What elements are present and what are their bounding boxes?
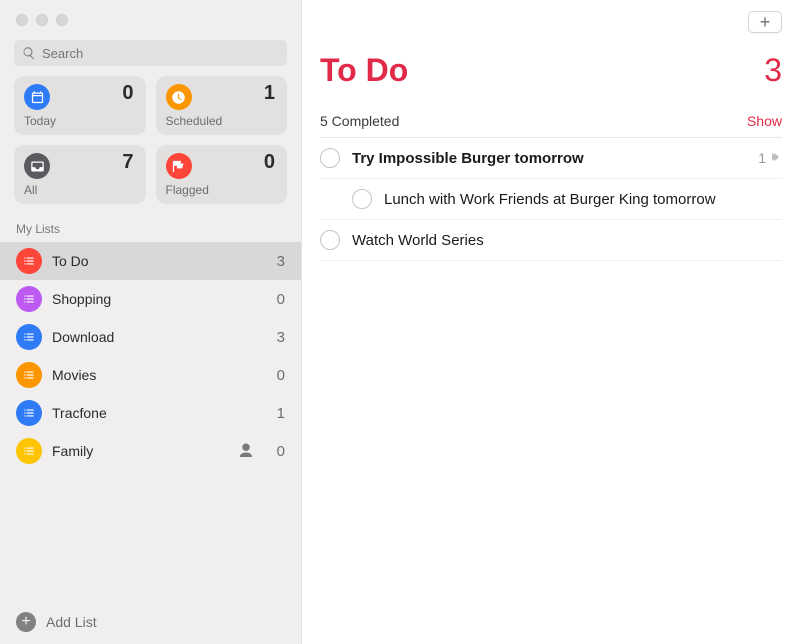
list-item-count: 0 [265,291,285,308]
toolbar: + [320,0,782,44]
smart-all-label: All [24,183,37,197]
completed-row: 5 Completed Show [320,113,782,138]
subtask-indicator[interactable]: 1 [758,150,782,167]
list-name: Tracfone [52,405,255,421]
list-bullet-icon [16,286,42,312]
zoom-window-icon[interactable] [56,14,68,26]
smart-flagged-count: 0 [264,151,275,174]
smart-scheduled-label: Scheduled [166,114,223,128]
list-item-count: 1 [265,405,285,422]
chevron-right-icon [768,150,782,167]
smart-all[interactable]: 7 All [14,145,146,204]
list-name: To Do [52,253,255,269]
list-item-count: 3 [265,329,285,346]
minimize-window-icon[interactable] [36,14,48,26]
sidebar-list-item[interactable]: Movies 0 [0,356,301,394]
add-list-button[interactable]: + Add List [0,600,301,644]
complete-toggle[interactable] [320,148,340,168]
smart-scheduled[interactable]: 1 Scheduled [156,76,288,135]
lists-container: To Do 3 Shopping 0 Download 3 Movies 0 Tracfone 1… [0,242,301,470]
smart-today-count: 0 [122,82,133,105]
list-title: To Do [320,52,408,89]
close-window-icon[interactable] [16,14,28,26]
complete-toggle[interactable] [352,189,372,209]
smart-scheduled-count: 1 [264,82,275,105]
list-name: Movies [52,367,255,383]
sidebar: 0 Today 1 Scheduled 7 All 0 Flagged My L… [0,0,302,644]
task-row[interactable]: Lunch with Work Friends at Burger King t… [320,179,782,220]
sidebar-list-item[interactable]: Family 0 [0,432,301,470]
list-name: Shopping [52,291,255,307]
list-bullet-icon [16,438,42,464]
tasks-container: Try Impossible Burger tomorrow 1 Lunch wit… [320,138,782,261]
list-bullet-icon [16,248,42,274]
clock-icon [166,84,192,110]
list-bullet-icon [16,324,42,350]
complete-toggle[interactable] [320,230,340,250]
smart-flagged[interactable]: 0 Flagged [156,145,288,204]
list-item-count: 0 [265,443,285,460]
sidebar-list-item[interactable]: Shopping 0 [0,280,301,318]
plus-icon: + [760,13,771,31]
smart-today-label: Today [24,114,56,128]
list-count: 3 [764,52,782,89]
sidebar-list-item[interactable]: To Do 3 [0,242,301,280]
task-row[interactable]: Watch World Series [320,220,782,261]
smart-all-count: 7 [122,151,133,174]
plus-circle-icon: + [16,612,36,632]
window-controls [0,0,301,40]
add-list-label: Add List [46,614,97,630]
sidebar-list-item[interactable]: Download 3 [0,318,301,356]
subtask-count: 1 [758,150,766,166]
task-row[interactable]: Try Impossible Burger tomorrow 1 [320,138,782,179]
my-lists-header: My Lists [0,218,301,242]
search-input[interactable] [14,40,287,66]
list-item-count: 3 [265,253,285,270]
main-panel: + To Do 3 5 Completed Show Try Impossibl… [302,0,800,644]
search-icon [22,46,36,60]
show-completed-button[interactable]: Show [747,113,782,129]
calendar-icon [24,84,50,110]
list-bullet-icon [16,362,42,388]
task-text: Lunch with Work Friends at Burger King t… [384,191,782,208]
list-name: Download [52,329,255,345]
list-name: Family [52,443,227,459]
completed-label: 5 Completed [320,113,399,129]
list-bullet-icon [16,400,42,426]
list-item-count: 0 [265,367,285,384]
sidebar-list-item[interactable]: Tracfone 1 [0,394,301,432]
search-field[interactable] [42,46,279,61]
add-reminder-button[interactable]: + [748,11,782,33]
task-text: Watch World Series [352,232,782,249]
smart-today[interactable]: 0 Today [14,76,146,135]
inbox-icon [24,153,50,179]
shared-icon [237,442,255,460]
flag-icon [166,153,192,179]
smart-lists: 0 Today 1 Scheduled 7 All 0 Flagged [0,76,301,218]
task-text: Try Impossible Burger tomorrow [352,150,746,167]
smart-flagged-label: Flagged [166,183,209,197]
